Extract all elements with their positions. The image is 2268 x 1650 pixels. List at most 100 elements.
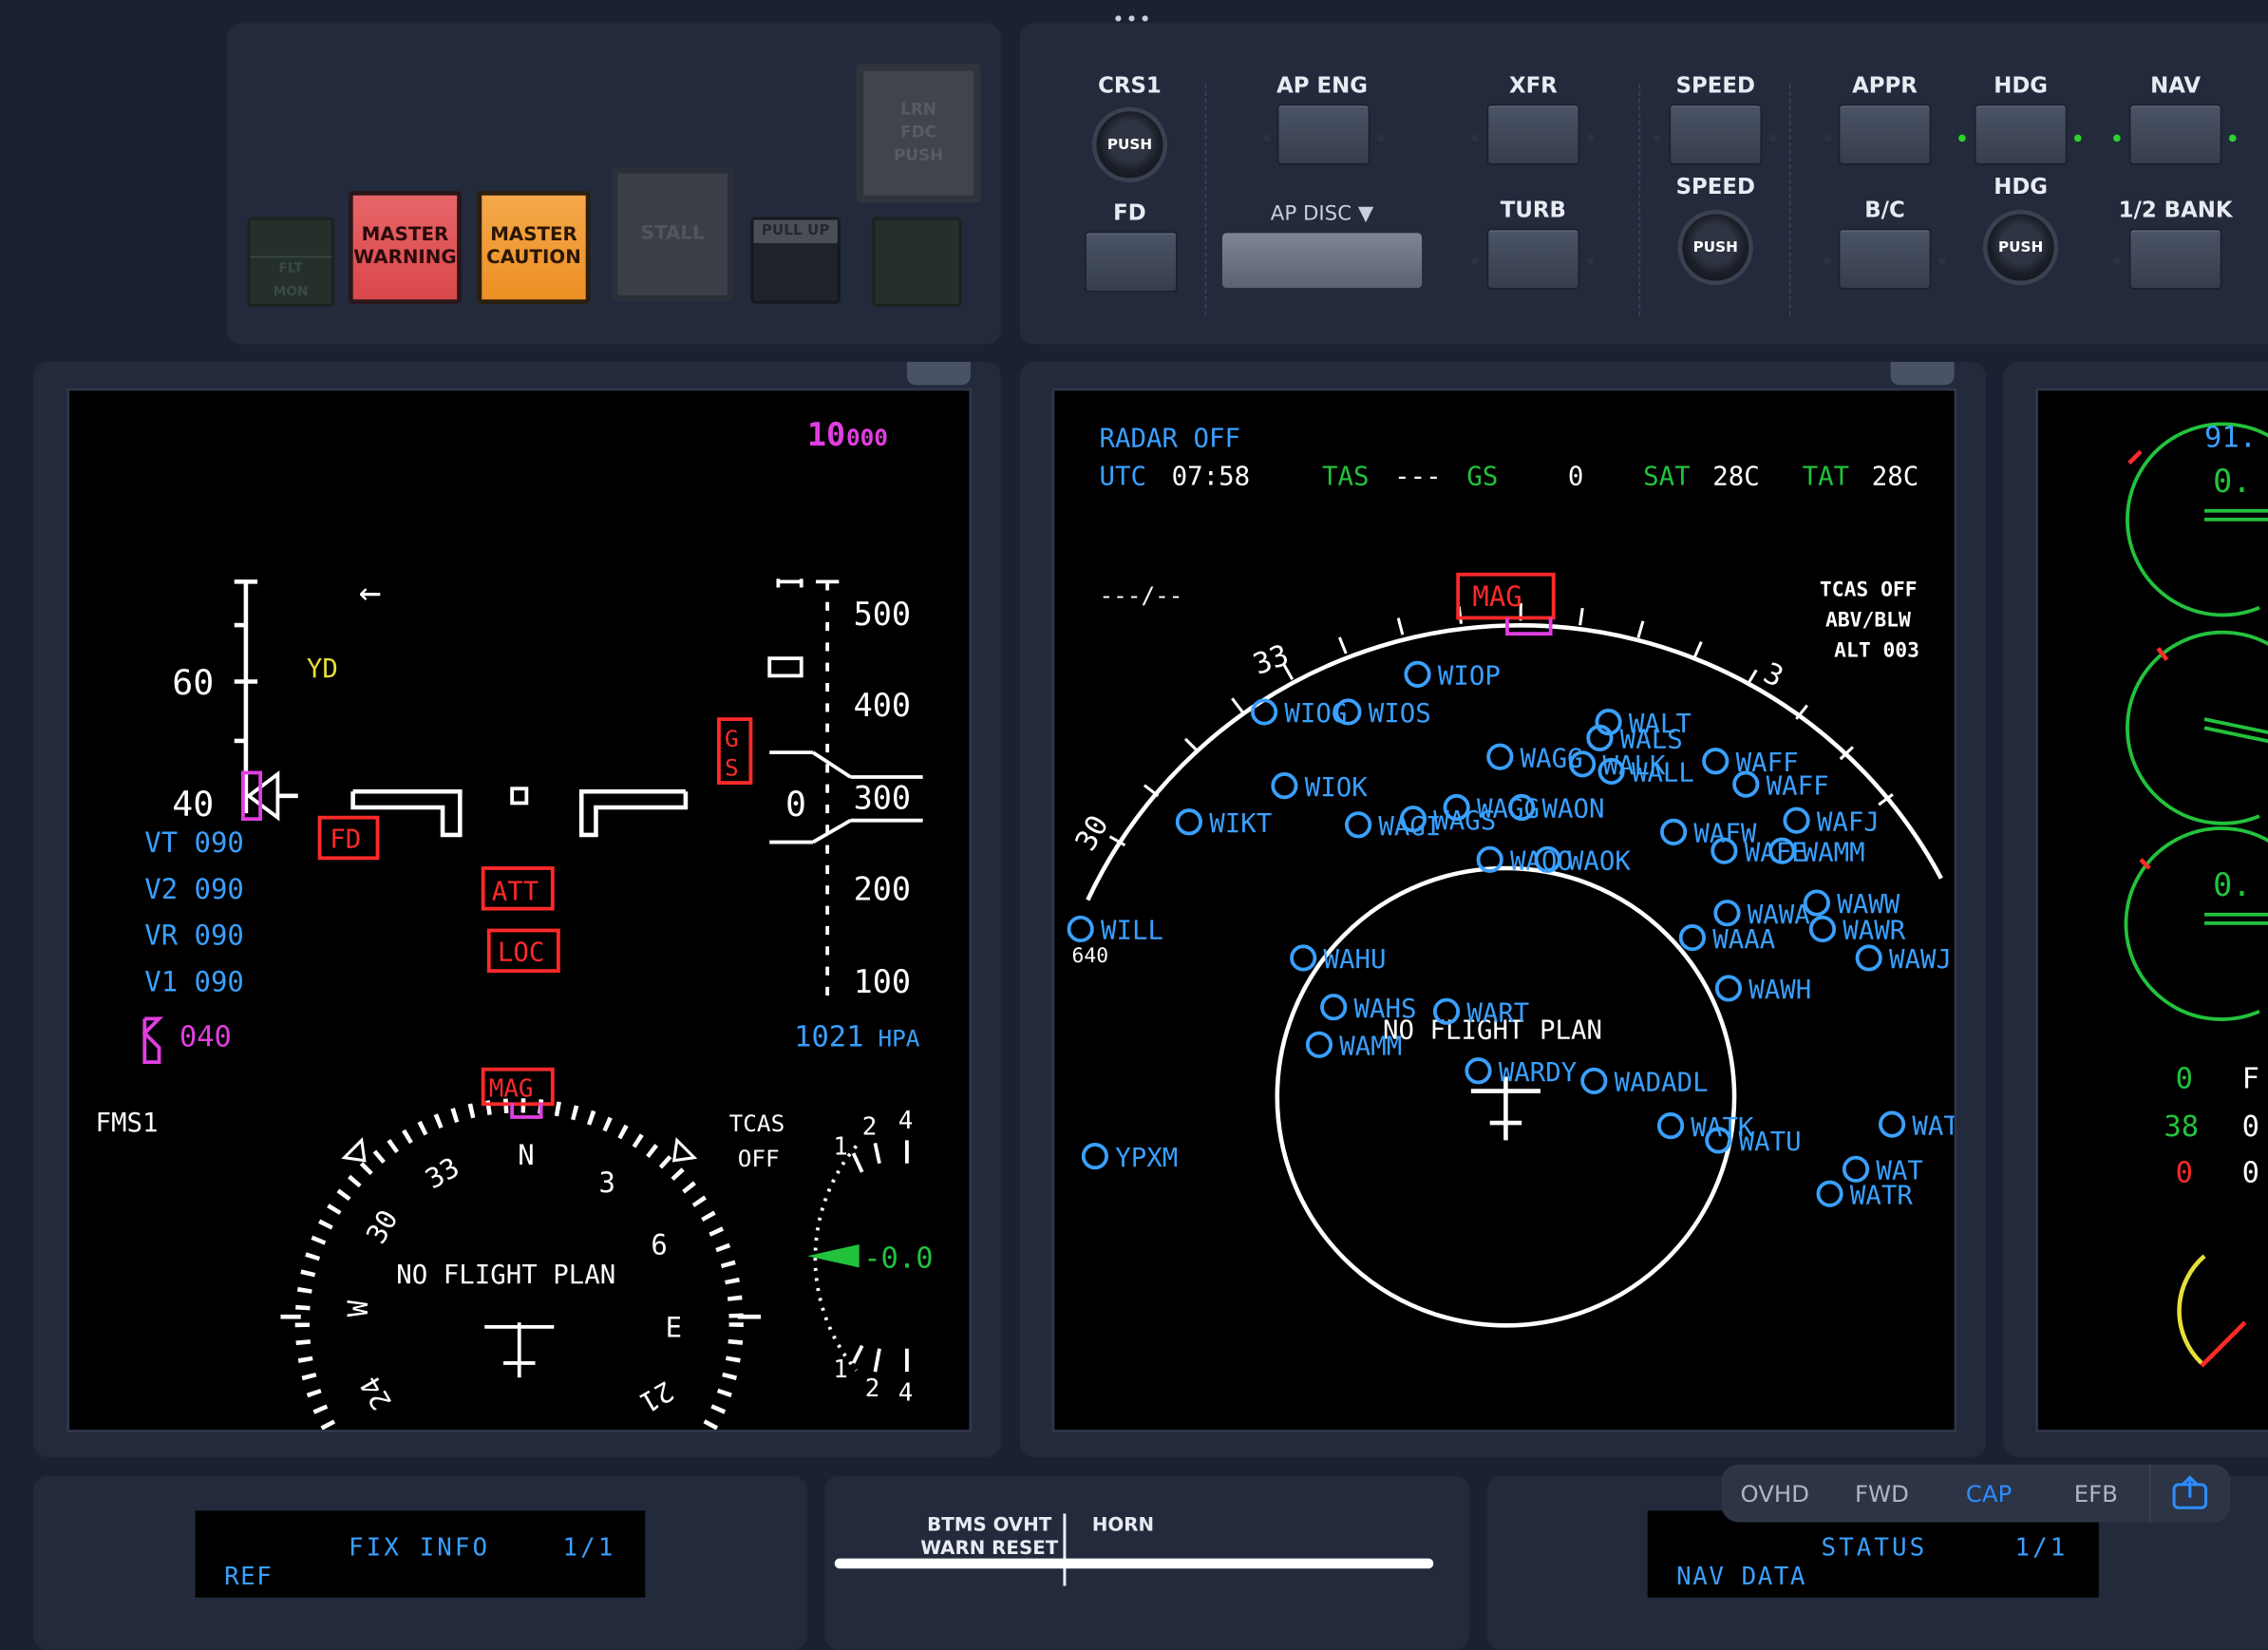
cdu-left-page: 1/1: [562, 1533, 616, 1564]
waypoint-label: WAWH: [1748, 976, 1811, 1005]
vspeed-vr: VR 090: [144, 920, 243, 952]
pull-up-label: PULL UP: [753, 219, 838, 243]
waypoint-label: WADADL: [1615, 1069, 1709, 1098]
fd-flag: FD: [330, 825, 361, 855]
vspeeds-list: VT 090 V2 090 VR 090 V1 090: [144, 826, 243, 997]
vsi-4-bottom: 4: [898, 1379, 914, 1408]
turb-label: TURB: [1500, 197, 1566, 223]
menu-dots[interactable]: •••: [1112, 9, 1152, 31]
nav-led-left: [2113, 134, 2121, 142]
engine-gauges: [2124, 422, 2268, 1021]
speed-knob[interactable]: PUSH: [1677, 209, 1753, 286]
aircraft-center-dot: [510, 787, 529, 806]
ap-disc-bar[interactable]: [1221, 233, 1423, 289]
waypoint-icon: [1808, 915, 1837, 943]
crs1-knob[interactable]: PUSH: [1091, 106, 1168, 182]
waypoint-label: WAON: [1542, 795, 1605, 825]
master-warning-button[interactable]: MASTER WARNING: [349, 191, 462, 304]
speed-pointer: [245, 770, 280, 822]
waypoint-icon: [1251, 698, 1278, 726]
altitude-preselect: 10 000: [807, 416, 888, 453]
popout-icon[interactable]: [2149, 1464, 2229, 1523]
half-bank-button[interactable]: [2128, 228, 2222, 290]
master-caution-button[interactable]: MASTER CAUTION: [477, 191, 591, 304]
home-indicator[interactable]: [834, 1558, 1434, 1569]
speed-led-right: [1768, 134, 1777, 142]
waypoint: WAFW: [1660, 818, 1757, 849]
waypoint-label: WATU: [1739, 1128, 1802, 1157]
appr-button[interactable]: [1838, 104, 1932, 165]
waypoint: WAHU: [1290, 944, 1387, 975]
lrn-fdc-lamp[interactable]: LRN FDC PUSH: [856, 64, 981, 203]
waypoint-label: WIOP: [1438, 662, 1501, 692]
ap-eng-led-right: [1376, 134, 1385, 142]
waypoint-label: WAGI: [1378, 812, 1441, 842]
aircraft-symbol-right: [578, 788, 689, 838]
lamp-green-right[interactable]: [872, 217, 962, 307]
hdg-button[interactable]: [1974, 104, 2068, 165]
xfr-button[interactable]: [1486, 104, 1580, 165]
waypoint: WAMM: [1305, 1031, 1402, 1061]
hsi-24: 24: [353, 1371, 398, 1415]
alt-preselect-small: 000: [846, 424, 888, 451]
horn-label[interactable]: HORN: [1092, 1515, 1154, 1537]
vspeed-vt: VT 090: [144, 826, 243, 859]
hsi-n: N: [518, 1139, 534, 1171]
engine-val-1: 91.: [2204, 422, 2257, 455]
pull-up-lamp[interactable]: PULL UP: [750, 217, 841, 304]
waypoint-label: WAWJ: [1889, 945, 1952, 975]
ap-eng-button[interactable]: [1276, 104, 1370, 165]
engine-redlines: [2127, 449, 2169, 870]
utc-value: 07:58: [1172, 462, 1250, 491]
bc-led-right: [1937, 257, 1946, 265]
hsi-w: W: [342, 1299, 374, 1317]
tab-cap[interactable]: CAP: [1936, 1480, 2043, 1508]
separator: [1204, 84, 1207, 316]
waypoint: WILL: [1067, 915, 1163, 946]
turb-led-left: [1470, 257, 1479, 265]
turb-button[interactable]: [1486, 228, 1580, 290]
engine-red-3: 0: [2176, 1157, 2193, 1190]
appr-label: APPR: [1852, 72, 1918, 99]
hdg-knob[interactable]: PUSH: [1983, 209, 2059, 286]
nav-button[interactable]: [2128, 104, 2222, 165]
speed-led-left: [1653, 134, 1661, 142]
cdu-right-title: STATUS: [1821, 1533, 1928, 1564]
tab-efb[interactable]: EFB: [2042, 1480, 2149, 1508]
waypoint-icon: [1713, 900, 1741, 927]
fd-label: FD: [1113, 199, 1146, 226]
waypoint-label: WIKT: [1209, 809, 1272, 839]
engine-right-3: 0: [2242, 1157, 2259, 1190]
master-caution-label: MASTER CAUTION: [486, 224, 581, 270]
hsi-21: 21: [634, 1375, 679, 1419]
lamp-left-stack[interactable]: FLT MON: [247, 217, 334, 307]
speed-button[interactable]: [1669, 104, 1763, 165]
cdu-left-screen: FIX INFO 1/1 REF: [195, 1510, 646, 1598]
waypoint: WADADL: [1580, 1067, 1709, 1098]
sat-label: SAT: [1643, 462, 1690, 491]
tab-fwd[interactable]: FWD: [1828, 1480, 1936, 1508]
waypoint: WIKT: [1175, 808, 1272, 839]
tas-label: TAS: [1322, 462, 1369, 491]
waypoint: WIOG: [1251, 698, 1347, 729]
waypoint: WAGG: [1486, 743, 1583, 773]
stall-lamp[interactable]: STALL: [612, 167, 734, 301]
mfd-handle[interactable]: [1890, 361, 1955, 386]
waypoint-icon: [1878, 1110, 1906, 1138]
waypoint-icon: [1660, 818, 1688, 845]
fd-button[interactable]: [1085, 231, 1178, 293]
fms-source: FMS1: [96, 1109, 159, 1138]
hdg-knob-label: HDG: [1994, 173, 2049, 200]
pfd-handle[interactable]: [906, 361, 971, 386]
tab-ovhd[interactable]: OVHD: [1721, 1480, 1828, 1508]
aircraft-symbol-left: [350, 788, 463, 838]
utc-label: UTC: [1099, 462, 1145, 491]
waypoint-label: WALL: [1632, 759, 1694, 788]
warning-panel: FLT MON MASTER WARNING MASTER CAUTION ST…: [227, 23, 1001, 345]
bc-button[interactable]: [1838, 228, 1932, 290]
sat-value: 28C: [1712, 462, 1759, 491]
waypoint-label: WAFF: [1767, 771, 1829, 801]
waypoint-icon: [1580, 1067, 1608, 1094]
waypoint-icon: [1175, 808, 1202, 836]
cdu-left-title: FIX INFO: [349, 1533, 491, 1564]
